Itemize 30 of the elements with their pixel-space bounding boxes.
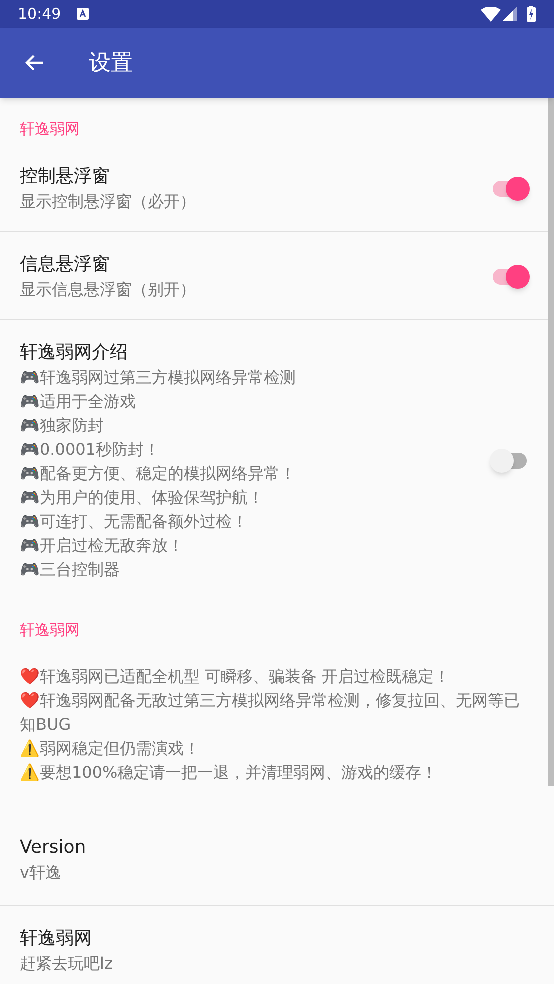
summary-line: ❤轩逸弱网已适配全机型 可瞬移、骗装备 开启过检既稳定！	[20, 666, 452, 688]
wifi-icon	[481, 6, 501, 22]
summary-line: 🎮开启过检无敌奔放！	[20, 535, 185, 557]
setting-title: 轩逸弱网	[20, 927, 93, 951]
summary-line: 显示信息悬浮窗（别开）	[20, 279, 197, 301]
category-header: 轩逸弱网	[20, 119, 81, 140]
setting-title: 控制悬浮窗	[20, 165, 111, 189]
summary-line: 赶紧去玩吧lz	[20, 953, 114, 975]
summary-line: ⚠弱网稳定但仍需演戏！	[20, 738, 201, 760]
setting-title: 信息悬浮窗	[20, 253, 111, 277]
signal-icon	[503, 7, 517, 21]
summary-line: ⚠要想100%稳定请一把一退，并清理弱网、游戏的缓存！	[20, 762, 439, 784]
summary-line: ❤轩逸弱网配备无敌过第三方模拟网络异常检测，修复拉回、无网等已知BUG	[20, 690, 521, 736]
setting-title: Version	[20, 836, 88, 860]
setting-title: 轩逸弱网介绍	[20, 341, 129, 365]
clock: 10:49	[18, 4, 62, 25]
battery-icon	[527, 6, 536, 22]
summary-line: v轩逸	[20, 862, 62, 884]
summary-line: 🎮适用于全游戏	[20, 391, 137, 413]
summary-line: 🎮轩逸弱网过第三方模拟网络异常检测	[20, 367, 297, 389]
page-title: 设置	[89, 50, 133, 78]
summary-line: 🎮配备更方便、稳定的模拟网络异常！	[20, 463, 297, 485]
summary-line: 🎮三台控制器	[20, 559, 121, 581]
summary-line: 🎮0.0001秒防封！	[20, 439, 161, 461]
summary-line: 🎮为用户的使用、体验保驾护航！	[20, 487, 265, 509]
category-header: 轩逸弱网	[20, 620, 81, 641]
notification-icon	[77, 8, 90, 20]
summary-line: 🎮独家防封	[20, 415, 105, 437]
summary-line: 🎮可连打、无需配备额外过检！	[20, 511, 249, 533]
summary-line: 显示控制悬浮窗（必开）	[20, 191, 197, 213]
